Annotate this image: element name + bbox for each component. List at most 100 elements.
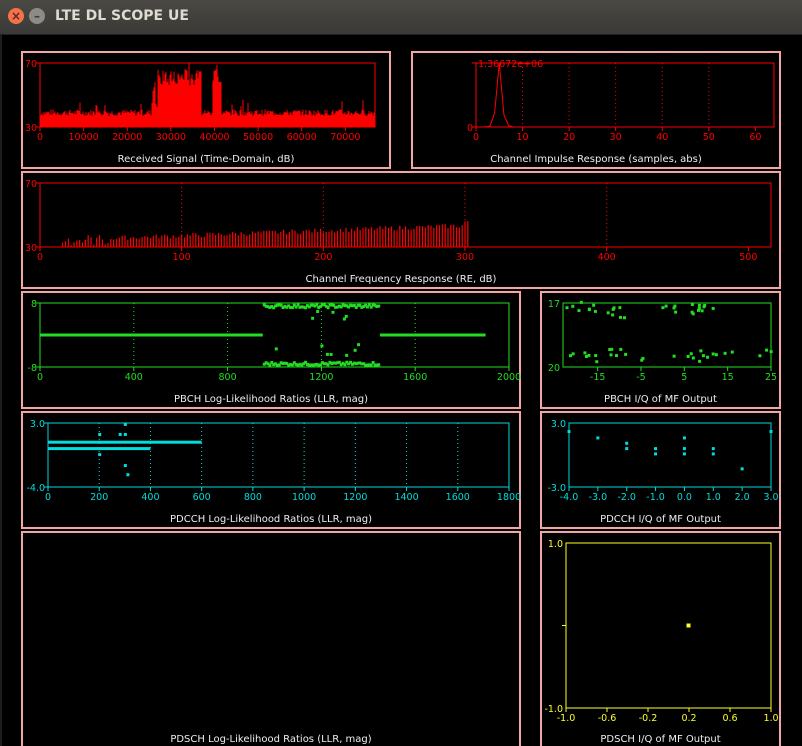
pdcch-llr-point	[126, 473, 130, 477]
pdcch-iq-point	[654, 447, 658, 451]
pdsch-iq-xtick-label: 0.6	[722, 713, 737, 724]
pdcch-llr-ytick-label: 3.0	[30, 419, 45, 430]
pbch-iq-point	[622, 316, 626, 320]
pbch-iq-point	[592, 303, 596, 307]
pdcch-iq-point	[682, 447, 686, 451]
received-signal-xtick-label: 40000	[199, 132, 229, 143]
pdcch-iq-xtick-label: -1.0	[646, 492, 665, 503]
pbch-llr-point	[369, 363, 373, 367]
pbch-iq-point	[711, 306, 715, 310]
pbch-iq-xtick-label: -15	[590, 372, 606, 383]
pdcch-iq-point	[654, 452, 658, 456]
pbch-llr-xtick-label: 800	[219, 372, 237, 383]
pbch-llr-point	[329, 352, 333, 356]
pbch-iq-point	[690, 310, 694, 314]
pbch-iq-point	[697, 303, 701, 307]
channel-frequency-response-xtick-label: 400	[598, 252, 616, 263]
pdcch-llr-row	[48, 440, 202, 444]
pdcch-llr-point	[123, 432, 127, 436]
pbch-iq-point	[711, 352, 715, 356]
pbch-iq-point	[611, 313, 615, 317]
pbch-iq-point	[571, 304, 575, 308]
pbch-llr-point	[320, 344, 324, 348]
pbch-iq-xtick-label: 15	[722, 372, 734, 383]
pdcch-iq-point	[625, 441, 629, 445]
pbch-iq-point	[571, 352, 575, 356]
channel-frequency-response-label: Channel Frequency Response (RE, dB)	[305, 274, 497, 285]
received-signal-plot: 0 10000 20000 30000 40000 50000 60000 700007030…	[25, 59, 779, 724]
pdcch-llr-xtick-label: 600	[193, 492, 211, 503]
channel-impulse-response-trace	[476, 62, 774, 128]
pbch-iq-point	[609, 353, 613, 357]
received-signal-ytick-label: 70	[25, 59, 37, 70]
pdcch-iq-xtick-label: 3.0	[763, 492, 778, 503]
pbch-llr-point	[344, 314, 348, 318]
pbch-iq-point	[577, 309, 581, 313]
pdcch-llr-xtick-label: 1200	[343, 492, 367, 503]
pbch-llr-point	[377, 304, 381, 308]
received-signal-xtick-label: 10000	[69, 132, 99, 143]
pbch-iq-point	[730, 350, 734, 354]
pbch-iq-point	[703, 303, 707, 307]
pbch-llr-xtick-label: 1600	[403, 372, 427, 383]
pbch-iq-point	[765, 348, 769, 352]
pbch-iq-point	[698, 359, 702, 363]
pbch-llr-point	[342, 317, 346, 321]
pdsch-iq-ytick-label: 1.0	[548, 539, 563, 550]
pdsch-iq-label: PDSCH I/Q of MF Output	[600, 734, 721, 745]
pdcch-iq-ytick-label: 3.0	[551, 419, 566, 430]
channel-frequency-response-xtick-label: 300	[456, 252, 474, 263]
pbch-iq-point	[583, 351, 587, 355]
pdsch-iq-xtick-label: -0.6	[598, 713, 617, 724]
channel-impulse-response-xtick-label: 10	[517, 132, 529, 143]
channel-impulse-response-ytick-label: 0	[467, 123, 473, 134]
received-signal-xtick-label: 60000	[287, 132, 317, 143]
pbch-iq-point	[593, 309, 597, 313]
pbch-iq-point	[594, 354, 598, 358]
pdcch-iq-point	[625, 447, 629, 451]
channel-impulse-response-label: Channel Impulse Response (samples, abs)	[490, 154, 702, 165]
pbch-iq-point	[579, 300, 583, 304]
channel-frequency-response-xtick-label: 0	[37, 252, 43, 263]
pdcch-iq-point	[682, 436, 686, 440]
pdcch-iq-point	[711, 447, 715, 451]
pbch-iq-point	[641, 356, 645, 360]
pbch-llr-label: PBCH Log-Likelihood Ratios (LLR, mag)	[174, 394, 368, 405]
pbch-iq-point	[690, 302, 694, 306]
pbch-iq-label: PBCH I/Q of MF Output	[604, 394, 717, 405]
pbch-llr-point	[345, 353, 349, 357]
pbch-llr-point	[353, 348, 357, 352]
pdcch-iq-point	[596, 436, 600, 440]
pdsch-iq-xtick-label: 1.0	[763, 713, 778, 724]
pbch-iq-point	[758, 354, 762, 358]
pdcch-iq-ytick-label: -3.0	[547, 483, 566, 494]
channel-impulse-response-axes-frame	[475, 62, 775, 128]
pdsch-iq-xtick-label: -0.2	[639, 713, 658, 724]
pbch-llr-point	[357, 343, 361, 347]
pbch-llr-point	[377, 363, 381, 367]
pbch-iq-ytick-label: 20	[548, 363, 560, 374]
pbch-iq-point	[610, 347, 614, 351]
pbch-llr-xtick-label: 1200	[309, 372, 333, 383]
pbch-iq-point	[661, 306, 665, 310]
pdcch-iq-xtick-label: -3.0	[589, 492, 608, 503]
pbch-iq-point	[568, 354, 572, 358]
pdcch-llr-point	[123, 422, 127, 426]
pdcch-iq-xtick-label: 0.0	[677, 492, 692, 503]
pdcch-llr-xtick-label: 800	[244, 492, 262, 503]
pbch-iq-point	[664, 304, 668, 308]
pbch-iq-point	[587, 353, 591, 357]
pbch-llr-point	[331, 310, 335, 314]
pbch-llr-point	[274, 347, 278, 351]
channel-impulse-response-ytick-label: 1.36672e+06	[478, 59, 543, 70]
channel-impulse-response-xtick-label: 20	[563, 132, 575, 143]
pbch-iq-point	[696, 308, 700, 312]
pdsch-iq-ytick-label: -1.0	[544, 704, 563, 715]
channel-frequency-response-trace	[62, 221, 469, 247]
channel-impulse-response-xtick-label: 50	[703, 132, 715, 143]
pbch-iq-xtick-label: 5	[681, 372, 687, 383]
pbch-iq-point	[618, 306, 622, 310]
received-signal-xtick-label: 50000	[243, 132, 273, 143]
pbch-llr-zero-run	[40, 333, 263, 337]
pbch-llr-xtick-label: 0	[37, 372, 43, 383]
